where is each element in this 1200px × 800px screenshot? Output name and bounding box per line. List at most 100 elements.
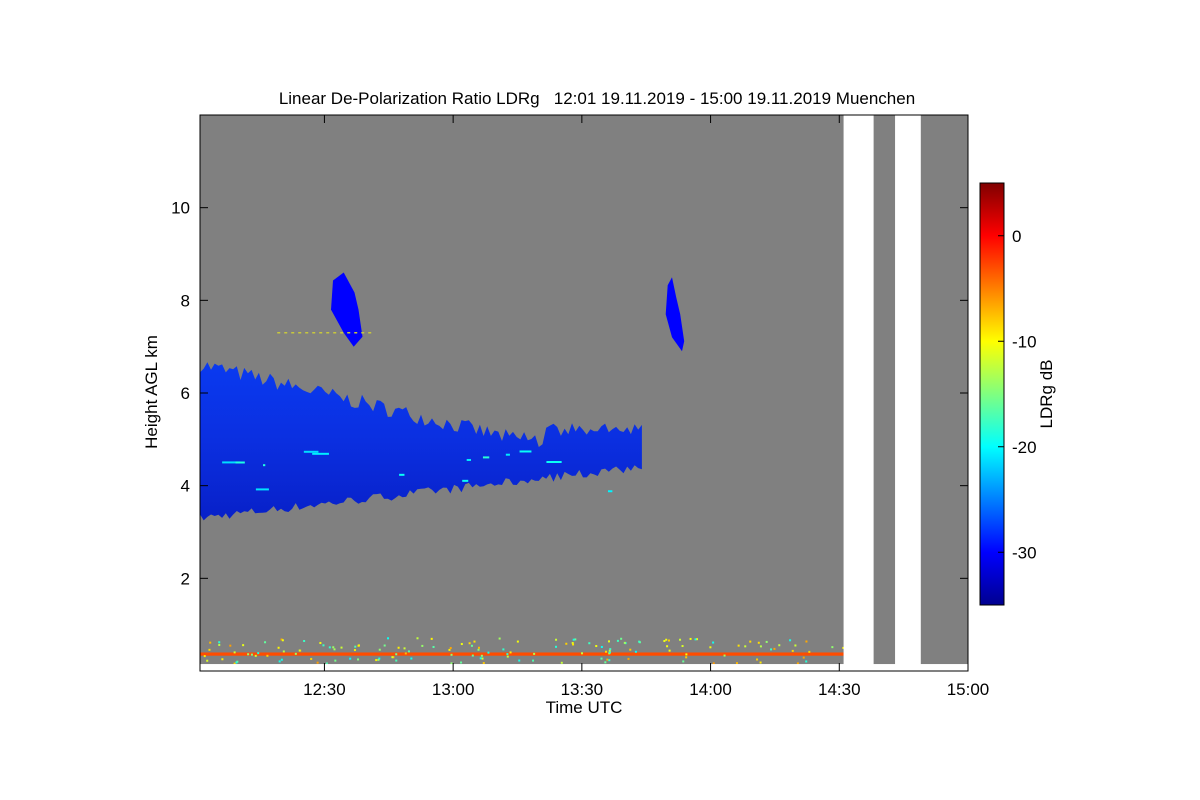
surface-speckle bbox=[712, 641, 715, 644]
x-tick-label: 13:00 bbox=[432, 680, 475, 699]
cloud-streak bbox=[466, 458, 471, 461]
surface-speckle bbox=[460, 661, 463, 664]
surface-speckle bbox=[479, 657, 482, 660]
surface-speckle bbox=[235, 661, 238, 664]
surface-speckle bbox=[509, 651, 512, 654]
surface-speckle bbox=[349, 657, 352, 660]
x-tick-label: 15:00 bbox=[947, 680, 990, 699]
surface-speckle bbox=[354, 645, 357, 648]
surface-speckle bbox=[218, 641, 221, 644]
surface-speckle bbox=[595, 645, 598, 648]
surface-speckle bbox=[487, 651, 490, 654]
surface-speckle bbox=[802, 656, 805, 659]
surface-speckle bbox=[789, 639, 792, 642]
surface-speckle bbox=[470, 644, 473, 647]
surface-speckle bbox=[303, 639, 306, 642]
surface-speckle bbox=[607, 640, 610, 643]
surface-speckle bbox=[685, 656, 688, 659]
surface-speckle bbox=[377, 658, 380, 661]
surface-speckle bbox=[756, 658, 759, 661]
surface-speckle bbox=[357, 644, 360, 647]
surface-speckle bbox=[629, 648, 632, 651]
surface-speckle bbox=[403, 647, 406, 650]
cloud-streak bbox=[235, 461, 245, 464]
ldr-figure: Linear De-Polarization Ratio LDRg 12:01 … bbox=[142, 89, 1056, 717]
surface-speckle bbox=[477, 646, 480, 649]
surface-speckle bbox=[218, 643, 221, 646]
surface-speckle bbox=[450, 653, 453, 656]
surface-speckle bbox=[565, 642, 568, 645]
surface-speckle bbox=[254, 654, 257, 657]
cloud-streak bbox=[607, 490, 613, 493]
surface-speckle bbox=[247, 653, 250, 656]
surface-speckle bbox=[375, 659, 378, 662]
surface-speckle bbox=[600, 657, 603, 660]
surface-speckle bbox=[682, 660, 685, 663]
surface-speckle bbox=[831, 646, 834, 649]
colorbar-label: LDRg dB bbox=[1037, 360, 1056, 429]
surface-speckle bbox=[623, 641, 626, 644]
surface-speckle bbox=[209, 641, 212, 644]
surface-speckle bbox=[773, 647, 776, 650]
cloud-streak bbox=[312, 452, 329, 455]
surface-speckle bbox=[554, 645, 557, 648]
surface-speckle bbox=[600, 645, 603, 648]
surface-speckle bbox=[572, 643, 575, 646]
surface-speckle bbox=[794, 644, 797, 647]
surface-speckle bbox=[498, 637, 501, 640]
surface-speckle bbox=[627, 657, 630, 660]
surface-speckle bbox=[560, 661, 563, 664]
surface-speckle bbox=[608, 659, 611, 662]
surface-speckle bbox=[759, 645, 762, 648]
surface-speckle bbox=[277, 646, 280, 649]
surface-speckle bbox=[432, 645, 435, 648]
surface-speckle bbox=[620, 637, 623, 640]
surface-speckle bbox=[481, 657, 484, 660]
surface-speckle bbox=[759, 661, 762, 664]
y-tick-label: 8 bbox=[181, 291, 190, 310]
x-tick-label: 12:30 bbox=[303, 680, 346, 699]
surface-speckle bbox=[737, 644, 740, 647]
surface-speckle bbox=[383, 644, 386, 647]
surface-speckle bbox=[805, 640, 808, 643]
surface-speckle bbox=[477, 648, 480, 651]
plot-area bbox=[200, 115, 968, 671]
surface-speckle bbox=[395, 659, 398, 662]
surface-speckle bbox=[421, 644, 424, 647]
surface-speckle bbox=[460, 643, 463, 646]
surface-speckle bbox=[638, 640, 641, 643]
cloud-streak bbox=[505, 453, 510, 456]
x-tick-label: 14:00 bbox=[689, 680, 732, 699]
surface-speckle bbox=[328, 646, 331, 649]
y-axis-label: Height AGL km bbox=[142, 335, 161, 449]
surface-speckle bbox=[353, 649, 356, 652]
surface-speckle bbox=[532, 659, 535, 662]
surface-speckle bbox=[770, 648, 773, 651]
surface-speckle bbox=[757, 641, 760, 644]
surface-speckle bbox=[298, 649, 301, 652]
surface-speckle bbox=[663, 639, 666, 642]
surface-speckle bbox=[572, 638, 575, 641]
x-tick-label: 13:30 bbox=[561, 680, 604, 699]
surface-speckle bbox=[332, 646, 335, 649]
surface-speckle bbox=[391, 656, 394, 659]
surface-speckle bbox=[229, 644, 232, 647]
surface-speckle bbox=[206, 659, 209, 662]
colorbar-tick-label: -10 bbox=[1012, 332, 1037, 351]
surface-speckle bbox=[608, 649, 611, 652]
surface-speckle bbox=[480, 654, 483, 657]
surface-speckle bbox=[407, 650, 410, 653]
surface-speckle bbox=[448, 648, 451, 651]
surface-speckle bbox=[264, 641, 267, 644]
colorbar: 0 -10 -20 -30 LDRg dB bbox=[979, 182, 1056, 606]
surface-speckle bbox=[681, 645, 684, 648]
cloud-streak bbox=[519, 450, 532, 453]
surface-speckle bbox=[608, 651, 611, 654]
surface-speckle bbox=[679, 638, 682, 641]
surface-speckle bbox=[357, 658, 360, 661]
surface-speckle bbox=[723, 654, 726, 657]
surface-speckle bbox=[334, 659, 337, 662]
surface-speckle bbox=[203, 655, 206, 658]
surface-speckle bbox=[322, 644, 325, 647]
cloud-streak bbox=[399, 473, 405, 476]
